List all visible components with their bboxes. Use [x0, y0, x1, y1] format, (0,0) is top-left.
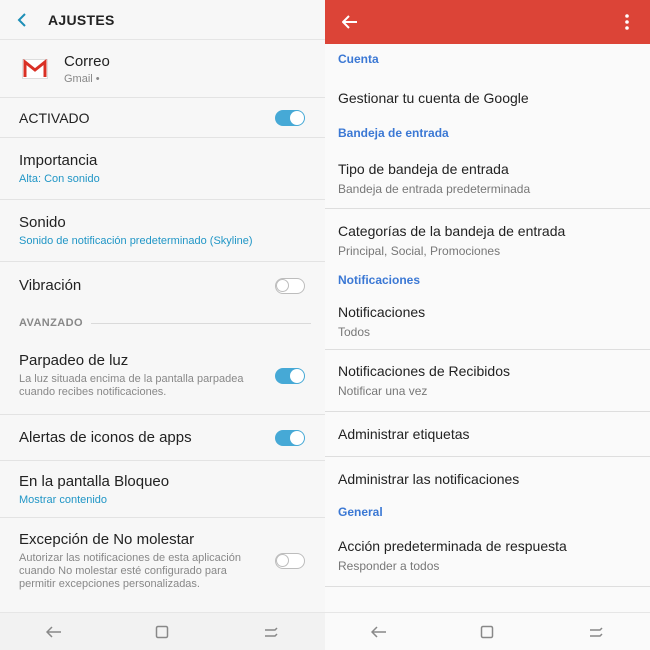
left-settings-pane: AJUSTES Correo Gmail • ACTIVADO Importan… — [0, 0, 325, 650]
nav-recents-icon[interactable] — [584, 620, 608, 644]
activado-label: ACTIVADO — [19, 109, 90, 126]
tipo-bandeja-item[interactable]: Tipo de bandeja de entrada Bandeja de en… — [325, 148, 650, 209]
activado-row[interactable]: ACTIVADO — [0, 98, 325, 138]
importancia-row[interactable]: Importancia Alta: Con sonido — [0, 138, 325, 200]
sonido-value: Sonido de notificación predeterminado (S… — [19, 235, 253, 247]
bloqueo-row[interactable]: En la pantalla Bloqueo Mostrar contenido — [0, 461, 325, 518]
parpadeo-label: Parpadeo de luz — [19, 352, 129, 369]
gestionar-cuenta-label: Gestionar tu cuenta de Google — [338, 90, 529, 106]
vibracion-label: Vibración — [19, 277, 82, 294]
app-name: Correo — [64, 52, 110, 70]
section-general: General — [338, 505, 383, 519]
tipo-bandeja-label: Tipo de bandeja de entrada — [338, 160, 509, 177]
avanzado-section-header: AVANZADO — [0, 309, 325, 337]
parpadeo-row[interactable]: Parpadeo de luz La luz situada encima de… — [0, 337, 325, 415]
sonido-row[interactable]: Sonido Sonido de notificación predetermi… — [0, 200, 325, 262]
administrar-etiquetas-label: Administrar etiquetas — [338, 426, 470, 442]
nav-back-icon[interactable] — [367, 620, 391, 644]
alertas-toggle[interactable] — [275, 429, 305, 446]
importancia-label: Importancia — [19, 152, 98, 169]
excepcion-row[interactable]: Excepción de No molestar Autorizar las n… — [0, 518, 325, 604]
bloqueo-label: En la pantalla Bloqueo — [19, 472, 170, 490]
app-subtitle: Gmail • — [64, 72, 100, 85]
administrar-notificaciones-item[interactable]: Administrar las notificaciones — [325, 457, 650, 501]
right-header — [325, 0, 650, 44]
notificaciones-label: Notificaciones — [338, 303, 426, 320]
importancia-value: Alta: Con sonido — [19, 173, 100, 185]
bloqueo-value: Mostrar contenido — [19, 493, 108, 506]
accion-respuesta-item[interactable]: Acción predeterminada de respuesta Respo… — [325, 525, 650, 587]
sonido-label: Sonido — [19, 214, 66, 231]
nav-home-icon[interactable] — [150, 620, 174, 644]
back-chevron-icon[interactable] — [12, 10, 32, 30]
notif-recibidos-item[interactable]: Notificaciones de Recibidos Notificar un… — [325, 350, 650, 412]
notificaciones-item[interactable]: Notificaciones Todos — [325, 293, 650, 350]
alertas-row[interactable]: Alertas de iconos de apps — [0, 415, 325, 461]
tipo-bandeja-value: Bandeja de entrada predeterminada — [338, 181, 531, 196]
notificaciones-value: Todos — [338, 324, 371, 339]
categorias-label: Categorías de la bandeja de entrada — [338, 222, 566, 239]
accion-respuesta-value: Responder a todos — [338, 559, 440, 573]
administrar-notificaciones-label: Administrar las notificaciones — [338, 471, 520, 487]
administrar-etiquetas-item[interactable]: Administrar etiquetas — [325, 412, 650, 457]
excepcion-toggle[interactable] — [275, 553, 305, 569]
parpadeo-desc: La luz situada encima de la pantalla par… — [19, 373, 244, 398]
more-vert-icon[interactable] — [616, 11, 638, 33]
section-cuenta: Cuenta — [338, 52, 379, 66]
section-notificaciones: Notificaciones — [338, 273, 421, 287]
nav-home-icon[interactable] — [475, 620, 499, 644]
notif-recibidos-label: Notificaciones de Recibidos — [338, 363, 510, 379]
excepcion-label: Excepción de No molestar — [19, 531, 195, 548]
section-divider — [90, 322, 311, 324]
app-info-row: Correo Gmail • — [0, 40, 325, 98]
avanzado-label: AVANZADO — [19, 317, 83, 329]
nav-recents-icon[interactable] — [259, 620, 283, 644]
section-bandeja: Bandeja de entrada — [338, 126, 449, 140]
categorias-value: Principal, Social, Promociones — [338, 243, 501, 258]
alertas-label: Alertas de iconos de apps — [19, 429, 192, 446]
page-title: AJUSTES — [48, 11, 115, 28]
parpadeo-toggle[interactable] — [275, 367, 305, 384]
gestionar-cuenta-item[interactable]: Gestionar tu cuenta de Google — [325, 74, 650, 122]
excepcion-desc: Autorizar las notificaciones de esta apl… — [19, 552, 241, 590]
notif-recibidos-value: Notificar una vez — [338, 384, 428, 398]
left-nav-bar — [0, 612, 325, 650]
right-nav-bar — [325, 612, 650, 650]
back-arrow-icon[interactable] — [339, 11, 361, 33]
activado-toggle[interactable] — [275, 109, 305, 126]
categorias-item[interactable]: Categorías de la bandeja de entrada Prin… — [325, 209, 650, 271]
vibracion-toggle[interactable] — [275, 277, 305, 294]
vibracion-row[interactable]: Vibración — [0, 262, 325, 309]
left-header: AJUSTES — [0, 0, 325, 40]
nav-back-icon[interactable] — [42, 620, 66, 644]
gmail-icon — [18, 52, 52, 86]
right-gmail-settings-pane: Cuenta Gestionar tu cuenta de Google Ban… — [325, 0, 650, 650]
accion-respuesta-label: Acción predeterminada de respuesta — [338, 538, 567, 554]
